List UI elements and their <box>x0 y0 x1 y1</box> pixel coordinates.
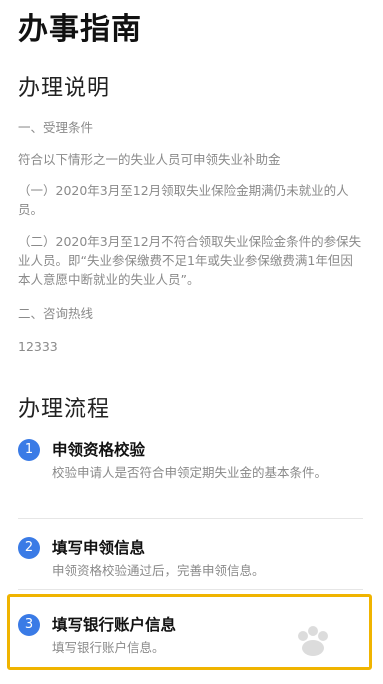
page-title: 办事指南 <box>18 12 142 47</box>
step-title: 申领资格校验 <box>52 441 146 459</box>
hotline-heading: 二、咨询热线 <box>18 306 94 321</box>
step-description: 申领资格校验通过后，完善申领信息。 <box>52 563 265 578</box>
step-title: 填写申领信息 <box>52 539 146 557</box>
process-step-2[interactable]: 2 填写申领信息 申领资格校验通过后，完善申领信息。 <box>18 537 363 581</box>
condition-case-2: （二）2020年3月至12月不符合领取失业保险金条件的参保失业人员。即“失业参保… <box>18 234 362 287</box>
condition-case-1: （一）2020年3月至12月领取失业保险金期满仍未就业的人员。 <box>18 183 349 217</box>
hotline-number: 12333 <box>18 339 58 354</box>
watermark-logo <box>289 622 361 662</box>
process-section-title: 办理流程 <box>18 397 111 422</box>
step-description: 校验申请人是否符合申领定期失业金的基本条件。 <box>52 465 328 480</box>
step-divider <box>18 518 363 519</box>
step-number-badge: 1 <box>18 439 40 461</box>
step-divider <box>18 589 363 590</box>
process-step-1[interactable]: 1 申领资格校验 校验申请人是否符合申领定期失业金的基本条件。 <box>18 439 363 499</box>
condition-intro: 符合以下情形之一的失业人员可申领失业补助金 <box>18 152 281 167</box>
instructions-section-title: 办理说明 <box>18 76 111 101</box>
step-number-badge: 2 <box>18 537 40 559</box>
condition-heading: 一、受理条件 <box>18 120 94 135</box>
